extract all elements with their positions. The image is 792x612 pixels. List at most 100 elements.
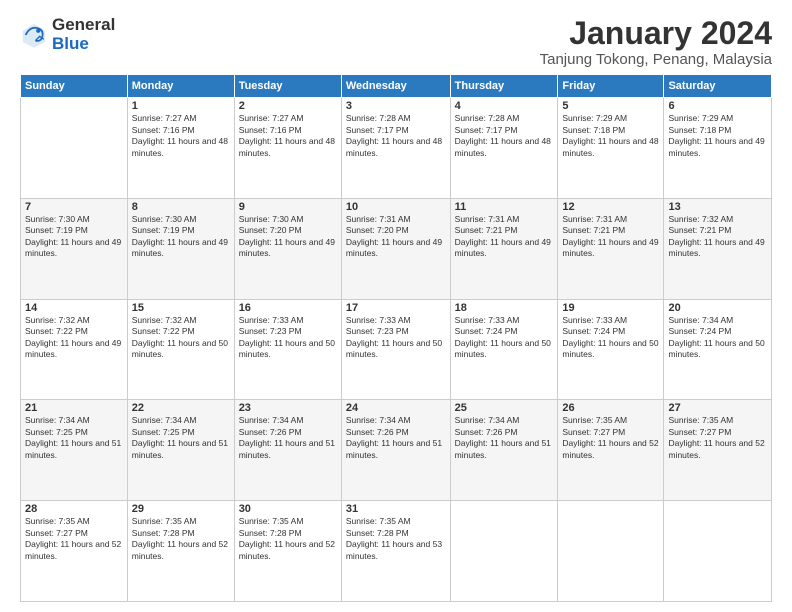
calendar-cell bbox=[450, 501, 558, 602]
calendar-body: 1Sunrise: 7:27 AMSunset: 7:16 PMDaylight… bbox=[21, 98, 772, 602]
calendar-cell: 22Sunrise: 7:34 AMSunset: 7:25 PMDayligh… bbox=[127, 400, 234, 501]
calendar-cell: 14Sunrise: 7:32 AMSunset: 7:22 PMDayligh… bbox=[21, 299, 128, 400]
calendar-cell: 19Sunrise: 7:33 AMSunset: 7:24 PMDayligh… bbox=[558, 299, 664, 400]
header-row: Sunday Monday Tuesday Wednesday Thursday… bbox=[21, 75, 772, 98]
day-number: 22 bbox=[132, 402, 230, 414]
day-info: Sunrise: 7:34 AMSunset: 7:26 PMDaylight:… bbox=[455, 415, 554, 461]
calendar-cell: 5Sunrise: 7:29 AMSunset: 7:18 PMDaylight… bbox=[558, 98, 664, 199]
calendar-cell: 21Sunrise: 7:34 AMSunset: 7:25 PMDayligh… bbox=[21, 400, 128, 501]
day-number: 12 bbox=[562, 201, 659, 213]
day-number: 1 bbox=[132, 100, 230, 112]
calendar-cell: 9Sunrise: 7:30 AMSunset: 7:20 PMDaylight… bbox=[234, 198, 341, 299]
title-block: January 2024 Tanjung Tokong, Penang, Mal… bbox=[540, 16, 772, 68]
day-info: Sunrise: 7:34 AMSunset: 7:26 PMDaylight:… bbox=[239, 415, 337, 461]
calendar-week-2: 14Sunrise: 7:32 AMSunset: 7:22 PMDayligh… bbox=[21, 299, 772, 400]
calendar-cell: 25Sunrise: 7:34 AMSunset: 7:26 PMDayligh… bbox=[450, 400, 558, 501]
calendar-cell: 17Sunrise: 7:33 AMSunset: 7:23 PMDayligh… bbox=[341, 299, 450, 400]
day-number: 19 bbox=[562, 302, 659, 314]
calendar-cell: 26Sunrise: 7:35 AMSunset: 7:27 PMDayligh… bbox=[558, 400, 664, 501]
calendar-cell: 24Sunrise: 7:34 AMSunset: 7:26 PMDayligh… bbox=[341, 400, 450, 501]
col-sunday: Sunday bbox=[21, 75, 128, 98]
day-number: 25 bbox=[455, 402, 554, 414]
day-info: Sunrise: 7:32 AMSunset: 7:22 PMDaylight:… bbox=[25, 315, 123, 361]
calendar-cell: 20Sunrise: 7:34 AMSunset: 7:24 PMDayligh… bbox=[664, 299, 772, 400]
day-number: 14 bbox=[25, 302, 123, 314]
day-info: Sunrise: 7:35 AMSunset: 7:27 PMDaylight:… bbox=[668, 415, 767, 461]
day-number: 7 bbox=[25, 201, 123, 213]
col-thursday: Thursday bbox=[450, 75, 558, 98]
day-info: Sunrise: 7:33 AMSunset: 7:23 PMDaylight:… bbox=[239, 315, 337, 361]
logo-text: General Blue bbox=[52, 16, 115, 53]
day-info: Sunrise: 7:31 AMSunset: 7:21 PMDaylight:… bbox=[455, 214, 554, 260]
calendar-cell: 4Sunrise: 7:28 AMSunset: 7:17 PMDaylight… bbox=[450, 98, 558, 199]
day-number: 9 bbox=[239, 201, 337, 213]
calendar-cell: 10Sunrise: 7:31 AMSunset: 7:20 PMDayligh… bbox=[341, 198, 450, 299]
calendar-cell: 1Sunrise: 7:27 AMSunset: 7:16 PMDaylight… bbox=[127, 98, 234, 199]
calendar-cell: 28Sunrise: 7:35 AMSunset: 7:27 PMDayligh… bbox=[21, 501, 128, 602]
day-info: Sunrise: 7:34 AMSunset: 7:26 PMDaylight:… bbox=[346, 415, 446, 461]
day-info: Sunrise: 7:29 AMSunset: 7:18 PMDaylight:… bbox=[562, 113, 659, 159]
day-number: 8 bbox=[132, 201, 230, 213]
subtitle: Tanjung Tokong, Penang, Malaysia bbox=[540, 51, 772, 68]
day-number: 30 bbox=[239, 503, 337, 515]
day-number: 23 bbox=[239, 402, 337, 414]
day-number: 5 bbox=[562, 100, 659, 112]
day-info: Sunrise: 7:28 AMSunset: 7:17 PMDaylight:… bbox=[455, 113, 554, 159]
day-info: Sunrise: 7:29 AMSunset: 7:18 PMDaylight:… bbox=[668, 113, 767, 159]
day-info: Sunrise: 7:35 AMSunset: 7:27 PMDaylight:… bbox=[562, 415, 659, 461]
day-info: Sunrise: 7:27 AMSunset: 7:16 PMDaylight:… bbox=[239, 113, 337, 159]
calendar-cell: 31Sunrise: 7:35 AMSunset: 7:28 PMDayligh… bbox=[341, 501, 450, 602]
day-number: 20 bbox=[668, 302, 767, 314]
col-saturday: Saturday bbox=[664, 75, 772, 98]
day-number: 24 bbox=[346, 402, 446, 414]
logo-blue-text: Blue bbox=[52, 35, 115, 54]
main-title: January 2024 bbox=[540, 16, 772, 51]
calendar-cell: 16Sunrise: 7:33 AMSunset: 7:23 PMDayligh… bbox=[234, 299, 341, 400]
calendar-cell: 8Sunrise: 7:30 AMSunset: 7:19 PMDaylight… bbox=[127, 198, 234, 299]
day-number: 17 bbox=[346, 302, 446, 314]
calendar-cell: 27Sunrise: 7:35 AMSunset: 7:27 PMDayligh… bbox=[664, 400, 772, 501]
calendar-table: Sunday Monday Tuesday Wednesday Thursday… bbox=[20, 74, 772, 602]
header: General Blue January 2024 Tanjung Tokong… bbox=[20, 16, 772, 68]
calendar-cell: 6Sunrise: 7:29 AMSunset: 7:18 PMDaylight… bbox=[664, 98, 772, 199]
calendar-week-4: 28Sunrise: 7:35 AMSunset: 7:27 PMDayligh… bbox=[21, 501, 772, 602]
page: General Blue January 2024 Tanjung Tokong… bbox=[0, 0, 792, 612]
day-number: 16 bbox=[239, 302, 337, 314]
day-info: Sunrise: 7:33 AMSunset: 7:23 PMDaylight:… bbox=[346, 315, 446, 361]
day-number: 26 bbox=[562, 402, 659, 414]
calendar-cell bbox=[558, 501, 664, 602]
logo-icon bbox=[20, 21, 48, 49]
day-number: 18 bbox=[455, 302, 554, 314]
calendar-cell: 23Sunrise: 7:34 AMSunset: 7:26 PMDayligh… bbox=[234, 400, 341, 501]
day-info: Sunrise: 7:33 AMSunset: 7:24 PMDaylight:… bbox=[562, 315, 659, 361]
col-tuesday: Tuesday bbox=[234, 75, 341, 98]
day-info: Sunrise: 7:35 AMSunset: 7:28 PMDaylight:… bbox=[239, 516, 337, 562]
calendar-cell: 30Sunrise: 7:35 AMSunset: 7:28 PMDayligh… bbox=[234, 501, 341, 602]
day-number: 4 bbox=[455, 100, 554, 112]
calendar-cell: 13Sunrise: 7:32 AMSunset: 7:21 PMDayligh… bbox=[664, 198, 772, 299]
day-info: Sunrise: 7:34 AMSunset: 7:24 PMDaylight:… bbox=[668, 315, 767, 361]
day-info: Sunrise: 7:32 AMSunset: 7:21 PMDaylight:… bbox=[668, 214, 767, 260]
day-info: Sunrise: 7:28 AMSunset: 7:17 PMDaylight:… bbox=[346, 113, 446, 159]
logo-general-text: General bbox=[52, 16, 115, 35]
day-info: Sunrise: 7:30 AMSunset: 7:19 PMDaylight:… bbox=[132, 214, 230, 260]
calendar-cell: 12Sunrise: 7:31 AMSunset: 7:21 PMDayligh… bbox=[558, 198, 664, 299]
col-monday: Monday bbox=[127, 75, 234, 98]
day-info: Sunrise: 7:32 AMSunset: 7:22 PMDaylight:… bbox=[132, 315, 230, 361]
calendar-week-0: 1Sunrise: 7:27 AMSunset: 7:16 PMDaylight… bbox=[21, 98, 772, 199]
calendar-cell bbox=[664, 501, 772, 602]
day-info: Sunrise: 7:27 AMSunset: 7:16 PMDaylight:… bbox=[132, 113, 230, 159]
day-info: Sunrise: 7:31 AMSunset: 7:20 PMDaylight:… bbox=[346, 214, 446, 260]
day-number: 15 bbox=[132, 302, 230, 314]
day-number: 27 bbox=[668, 402, 767, 414]
day-number: 10 bbox=[346, 201, 446, 213]
logo: General Blue bbox=[20, 16, 115, 53]
col-wednesday: Wednesday bbox=[341, 75, 450, 98]
day-info: Sunrise: 7:30 AMSunset: 7:19 PMDaylight:… bbox=[25, 214, 123, 260]
day-number: 31 bbox=[346, 503, 446, 515]
day-number: 21 bbox=[25, 402, 123, 414]
day-info: Sunrise: 7:30 AMSunset: 7:20 PMDaylight:… bbox=[239, 214, 337, 260]
day-info: Sunrise: 7:35 AMSunset: 7:27 PMDaylight:… bbox=[25, 516, 123, 562]
day-number: 3 bbox=[346, 100, 446, 112]
calendar-cell: 11Sunrise: 7:31 AMSunset: 7:21 PMDayligh… bbox=[450, 198, 558, 299]
